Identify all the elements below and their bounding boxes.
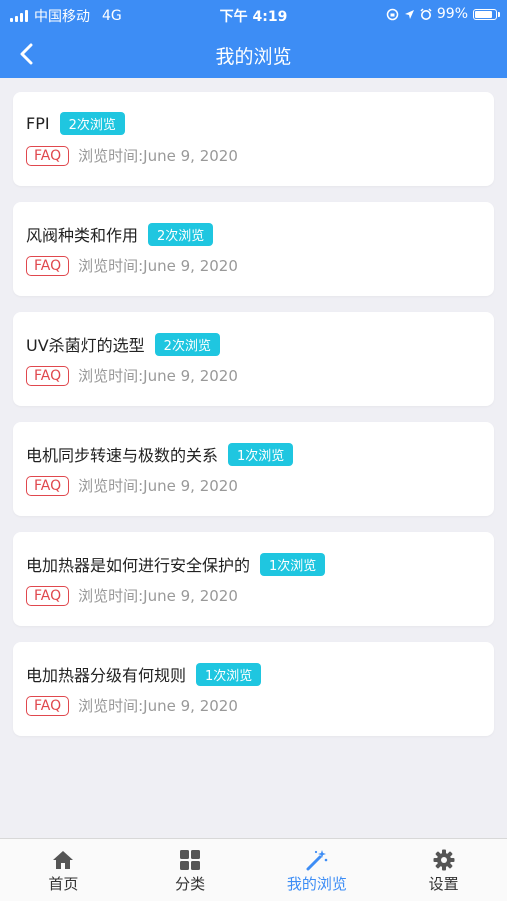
tab-my-history[interactable]: 我的浏览 [254, 839, 381, 901]
faq-tag: FAQ [26, 695, 70, 716]
view-time: 浏览时间:June 9, 2020 [78, 477, 238, 495]
item-title-row: 电加热器分级有何规则 1次浏览 [26, 662, 262, 686]
view-time: 浏览时间:June 9, 2020 [78, 367, 238, 385]
alarm-icon [420, 8, 432, 20]
battery-percent: 99% [436, 6, 468, 22]
status-right: 99% [386, 6, 500, 22]
orientation-lock-icon [386, 8, 399, 20]
item-title-row: UV杀菌灯的选型 2次浏览 [26, 332, 220, 356]
history-list: FPI 2次浏览 FAQ 浏览时间:June 9, 2020 风阀种类和作用 2… [13, 92, 494, 752]
view-time: 浏览时间:June 9, 2020 [78, 697, 238, 715]
view-count-badge: 1次浏览 [196, 662, 262, 686]
home-icon [51, 849, 75, 871]
tab-bar: 首页 分类 我的浏览 设置 [0, 838, 507, 901]
location-icon [404, 9, 414, 19]
status-bar: 中国移动 4G 下午 4:19 99% [0, 0, 507, 30]
view-count-badge: 1次浏览 [228, 442, 294, 466]
item-meta-row: FAQ 浏览时间:June 9, 2020 [26, 475, 238, 496]
item-title: UV杀菌灯的选型 [26, 336, 145, 355]
tab-label: 我的浏览 [286, 875, 347, 893]
item-meta-row: FAQ 浏览时间:June 9, 2020 [26, 365, 238, 386]
tab-home[interactable]: 首页 [0, 839, 127, 901]
view-time: 浏览时间:June 9, 2020 [78, 147, 238, 165]
view-time: 浏览时间:June 9, 2020 [78, 587, 238, 605]
tab-category[interactable]: 分类 [127, 839, 254, 901]
history-item[interactable]: 风阀种类和作用 2次浏览 FAQ 浏览时间:June 9, 2020 [13, 202, 494, 296]
item-title-row: 风阀种类和作用 2次浏览 [26, 222, 214, 246]
view-count-badge: 2次浏览 [59, 112, 125, 135]
tab-label: 首页 [48, 875, 79, 893]
tab-settings[interactable]: 设置 [380, 839, 507, 901]
view-count-badge: 2次浏览 [148, 222, 214, 246]
item-title: 风阀种类和作用 [26, 226, 139, 245]
faq-tag: FAQ [26, 475, 70, 496]
history-item[interactable]: 电机同步转速与极数的关系 1次浏览 FAQ 浏览时间:June 9, 2020 [13, 422, 494, 516]
gear-icon [433, 849, 455, 871]
faq-tag: FAQ [26, 585, 70, 606]
view-count-badge: 2次浏览 [154, 332, 220, 356]
tab-label: 分类 [175, 875, 206, 893]
item-meta-row: FAQ 浏览时间:June 9, 2020 [26, 695, 238, 716]
item-title-row: 电机同步转速与极数的关系 1次浏览 [26, 442, 294, 466]
view-time: 浏览时间:June 9, 2020 [78, 257, 238, 275]
item-title-row: FPI 2次浏览 [26, 112, 125, 135]
item-title: 电机同步转速与极数的关系 [26, 446, 219, 465]
magic-wand-icon [305, 849, 329, 871]
page-title: 我的浏览 [215, 46, 292, 68]
grid-icon [179, 849, 201, 871]
faq-tag: FAQ [26, 365, 70, 386]
tab-label: 设置 [428, 875, 459, 893]
item-meta-row: FAQ 浏览时间:June 9, 2020 [26, 145, 238, 166]
item-title: 电加热器分级有何规则 [26, 666, 187, 685]
history-item[interactable]: 电加热器是如何进行安全保护的 1次浏览 FAQ 浏览时间:June 9, 202… [13, 532, 494, 626]
battery-level [475, 10, 492, 18]
nav-bar: 我的浏览 [0, 30, 507, 78]
history-item[interactable]: UV杀菌灯的选型 2次浏览 FAQ 浏览时间:June 9, 2020 [13, 312, 494, 406]
history-item[interactable]: 电加热器分级有何规则 1次浏览 FAQ 浏览时间:June 9, 2020 [13, 642, 494, 736]
item-title-row: 电加热器是如何进行安全保护的 1次浏览 [26, 552, 326, 576]
item-meta-row: FAQ 浏览时间:June 9, 2020 [26, 585, 238, 606]
item-title: FPI [26, 114, 50, 133]
faq-tag: FAQ [26, 255, 70, 276]
battery-icon [473, 8, 500, 20]
item-title: 电加热器是如何进行安全保护的 [26, 556, 251, 575]
history-item[interactable]: FPI 2次浏览 FAQ 浏览时间:June 9, 2020 [13, 92, 494, 186]
view-count-badge: 1次浏览 [260, 552, 326, 576]
item-meta-row: FAQ 浏览时间:June 9, 2020 [26, 255, 238, 276]
faq-tag: FAQ [26, 145, 70, 166]
